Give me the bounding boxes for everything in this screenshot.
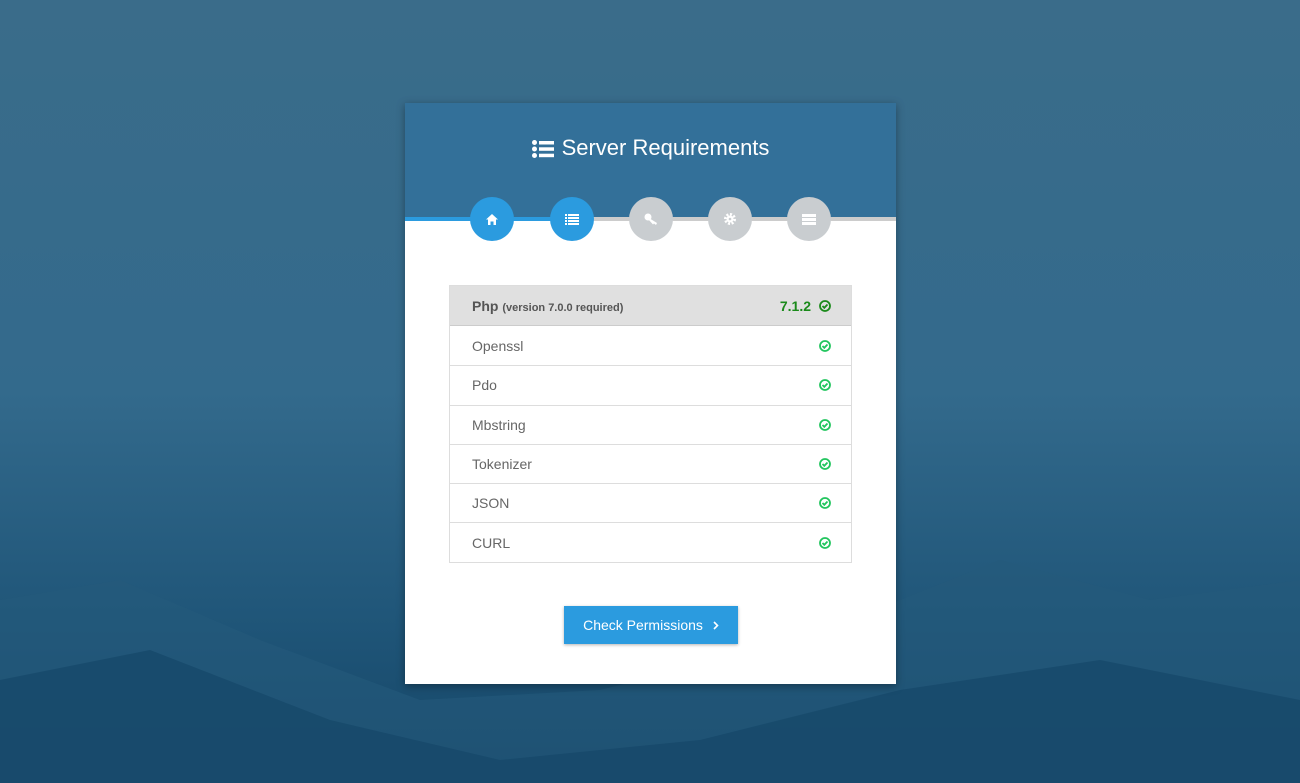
step-final[interactable] bbox=[787, 197, 831, 241]
check-circle-icon bbox=[819, 497, 831, 510]
php-version-value: 7.1.2 bbox=[779, 297, 811, 314]
check-circle-icon bbox=[819, 536, 831, 549]
php-version: 7.1.2 bbox=[780, 298, 831, 314]
step-permissions[interactable] bbox=[629, 197, 673, 241]
step-environment[interactable] bbox=[708, 197, 752, 241]
card-header: Server Requirements bbox=[405, 103, 896, 241]
requirement-row: JSON bbox=[450, 483, 851, 522]
php-required-note: (version 7.0.0 required) bbox=[502, 301, 624, 314]
installer-card: Server Requirements Php (version 7.0.0 r… bbox=[405, 103, 896, 684]
requirement-row: Pdo bbox=[450, 365, 851, 404]
list-icon bbox=[565, 213, 579, 225]
list-icon bbox=[531, 140, 554, 158]
requirement-row: Mbstring bbox=[450, 404, 851, 444]
check-circle-icon bbox=[819, 418, 831, 431]
check-circle-icon bbox=[819, 339, 831, 352]
php-label: Php (version 7.0.0 required) bbox=[472, 298, 623, 314]
title-text: Server Requirements bbox=[561, 135, 770, 160]
step-welcome[interactable] bbox=[470, 197, 514, 241]
php-row: Php (version 7.0.0 required) 7.1.2 bbox=[450, 286, 851, 326]
home-icon bbox=[486, 213, 498, 225]
requirement-name: JSON bbox=[472, 495, 510, 512]
chevron-right-icon bbox=[713, 620, 719, 630]
requirement-name: Pdo bbox=[472, 377, 497, 394]
php-name: Php bbox=[472, 297, 499, 314]
step-requirements[interactable] bbox=[550, 197, 594, 241]
check-circle-icon bbox=[819, 379, 831, 392]
server-icon bbox=[802, 213, 816, 225]
button-label: Check Permissions bbox=[583, 617, 703, 633]
page-title: Server Requirements bbox=[405, 135, 896, 161]
requirement-name: CURL bbox=[472, 534, 511, 551]
requirement-row: Openssl bbox=[450, 326, 851, 365]
requirement-row: Tokenizer bbox=[450, 443, 851, 483]
requirement-name: Openssl bbox=[472, 337, 524, 354]
requirement-name: Tokenizer bbox=[472, 456, 532, 473]
check-permissions-button[interactable]: Check Permissions bbox=[564, 606, 738, 644]
requirement-row: CURL bbox=[450, 522, 851, 561]
gear-icon bbox=[724, 213, 736, 225]
check-circle-icon bbox=[819, 299, 831, 312]
key-icon bbox=[644, 213, 657, 225]
requirements-table: Php (version 7.0.0 required) 7.1.2 Opens… bbox=[449, 285, 852, 563]
requirement-name: Mbstring bbox=[472, 416, 526, 433]
check-circle-icon bbox=[819, 458, 831, 470]
